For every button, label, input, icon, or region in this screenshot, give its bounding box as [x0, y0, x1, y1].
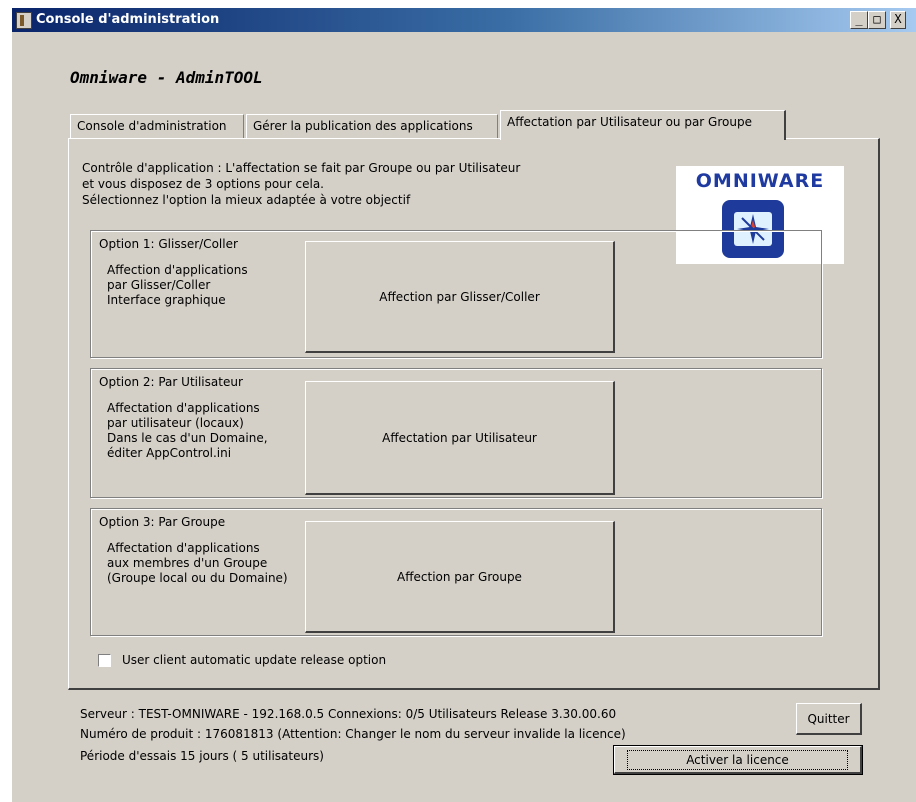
option-2-description: Affectation d'applications par utilisate… — [107, 401, 268, 461]
auto-update-checkbox[interactable] — [98, 654, 111, 667]
option-1-group: Option 1: Glisser/Coller Affection d'app… — [90, 230, 822, 358]
option-1-title: Option 1: Glisser/Coller — [99, 237, 238, 251]
option-2-desc-line: Dans le cas d'un Domaine, — [107, 431, 268, 445]
app-heading: Omniware - AdminTOOL — [70, 68, 263, 87]
option-2-desc-line: Affectation d'applications — [107, 401, 260, 415]
option-2-desc-line: éditer AppControl.ini — [107, 446, 232, 460]
intro-line-2: et vous disposez de 3 options pour cela. — [82, 177, 324, 191]
logo-text: OMNIWARE — [695, 170, 825, 192]
par-groupe-button[interactable]: Affection par Groupe — [305, 521, 615, 633]
intro-text: Contrôle d'application : L'affectation s… — [82, 160, 520, 208]
intro-line-1: Contrôle d'application : L'affectation s… — [82, 161, 521, 175]
option-2-group: Option 2: Par Utilisateur Affectation d'… — [90, 368, 822, 498]
option-2-desc-line: par utilisateur (locaux) — [107, 416, 244, 430]
quit-button[interactable]: Quitter — [796, 703, 862, 735]
maximize-button[interactable]: □ — [868, 11, 886, 29]
window-title: Console d'administration — [36, 12, 220, 27]
glisser-coller-button[interactable]: Affection par Glisser/Coller — [305, 241, 615, 353]
server-status: Serveur : TEST-OMNIWARE - 192.168.0.5 Co… — [80, 707, 617, 721]
option-3-title: Option 3: Par Groupe — [99, 515, 226, 529]
option-2-title: Option 2: Par Utilisateur — [99, 375, 243, 389]
option-3-description: Affectation d'applications aux membres d… — [107, 541, 288, 586]
option-3-desc-line: (Groupe local ou du Domaine) — [107, 571, 288, 585]
minimize-button[interactable]: _ — [850, 11, 868, 29]
trial-period: Période d'essais 15 jours ( 5 utilisateu… — [80, 749, 324, 763]
title-bar[interactable]: Console d'administration — [12, 8, 916, 32]
intro-line-3: Sélectionnez l'option la mieux adaptée à… — [82, 193, 411, 207]
activate-license-button[interactable]: Activer la licence — [613, 745, 863, 775]
option-1-description: Affection d'applications par Glisser/Col… — [107, 263, 248, 308]
option-3-desc-line: aux membres d'un Groupe — [107, 556, 268, 570]
tab-affectation[interactable]: Affectation par Utilisateur ou par Group… — [500, 110, 786, 140]
option-3-group: Option 3: Par Groupe Affectation d'appli… — [90, 508, 822, 636]
close-button[interactable]: X — [890, 11, 906, 29]
product-number: Numéro de produit : 176081813 (Attention… — [80, 727, 626, 741]
activate-license-label: Activer la licence — [627, 749, 848, 770]
option-1-desc-line: Affection d'applications — [107, 263, 248, 277]
app-icon — [16, 12, 32, 29]
tab-console-administration[interactable]: Console d'administration — [70, 114, 244, 138]
option-3-desc-line: Affectation d'applications — [107, 541, 260, 555]
option-1-desc-line: Interface graphique — [107, 293, 226, 307]
par-utilisateur-button[interactable]: Affectation par Utilisateur — [305, 381, 615, 495]
option-1-desc-line: par Glisser/Coller — [107, 278, 211, 292]
tab-publication-applications[interactable]: Gérer la publication des applications — [246, 114, 498, 138]
auto-update-label[interactable]: User client automatic update release opt… — [122, 653, 386, 667]
